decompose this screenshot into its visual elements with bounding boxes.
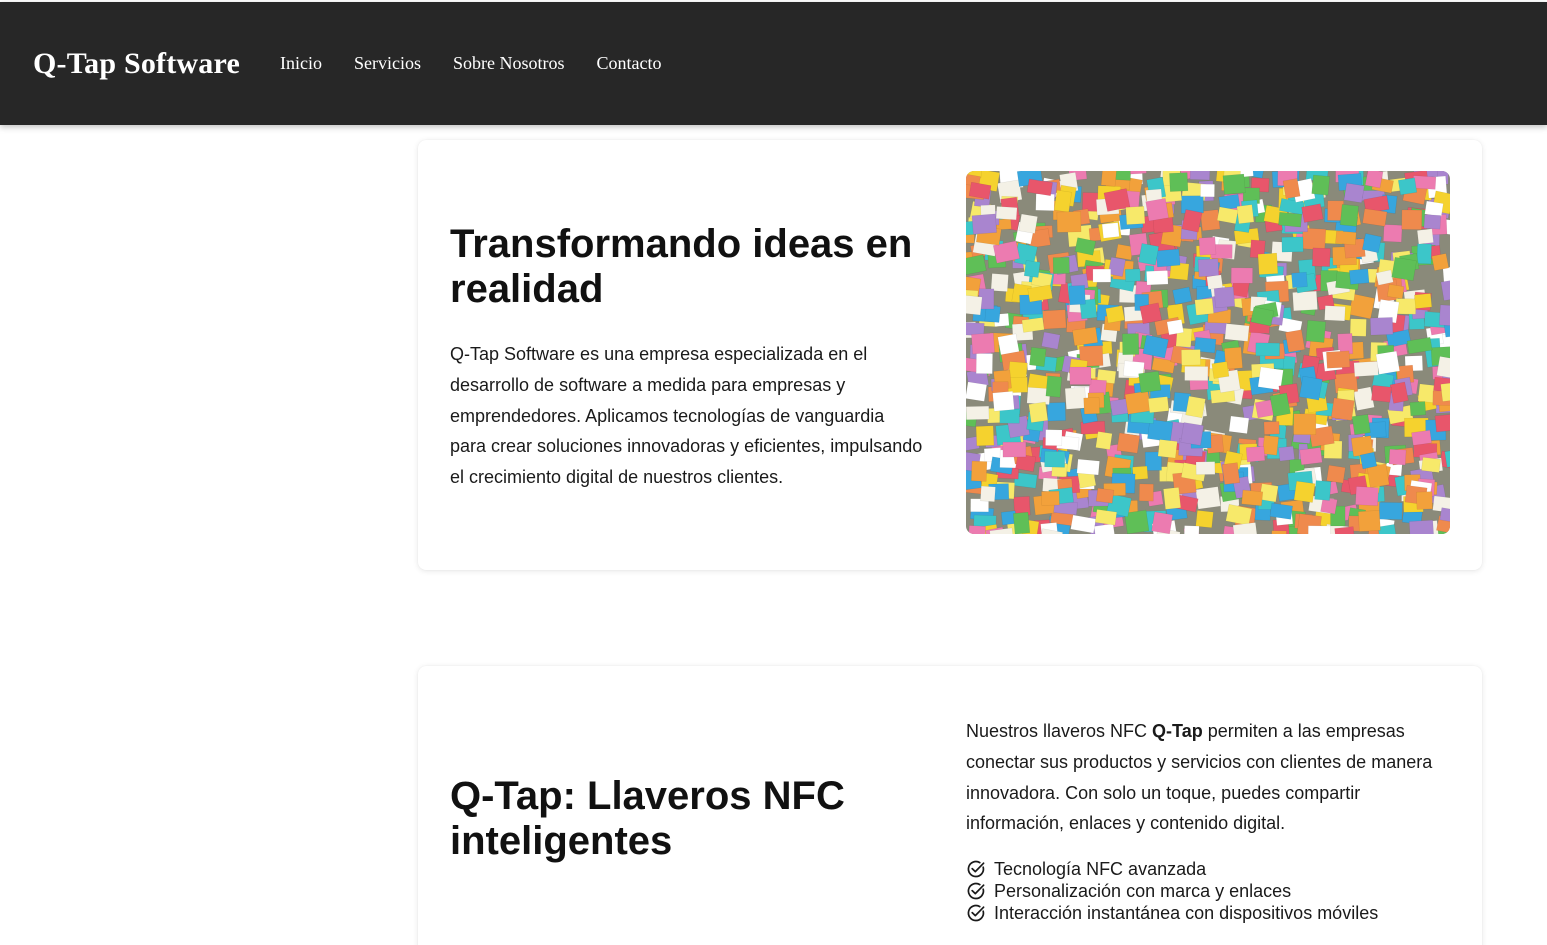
product-title: Q-Tap: Llaveros NFC inteligentes bbox=[450, 774, 845, 863]
feature-item: Personalización con marca y enlaces bbox=[966, 880, 1378, 902]
check-circle-icon bbox=[967, 904, 985, 922]
product-desc-brand: Q-Tap bbox=[1152, 721, 1203, 741]
product-card: Q-Tap: Llaveros NFC inteligentes Nuestro… bbox=[418, 666, 1482, 945]
nav-link-contacto[interactable]: Contacto bbox=[597, 53, 662, 74]
feature-item: Interacción instantánea con dispositivos… bbox=[966, 902, 1378, 924]
hero-card: Transformando ideas en realidad Q-Tap So… bbox=[418, 140, 1482, 570]
feature-item: Tecnología NFC avanzada bbox=[966, 858, 1378, 880]
product-desc-pre: Nuestros llaveros NFC bbox=[966, 721, 1153, 741]
feature-label: Personalización con marca y enlaces bbox=[994, 880, 1292, 901]
nav-link-sobre-nosotros[interactable]: Sobre Nosotros bbox=[453, 53, 565, 74]
feature-label: Interacción instantánea con dispositivos… bbox=[994, 902, 1379, 923]
nav-link-servicios[interactable]: Servicios bbox=[354, 53, 421, 74]
feature-label: Tecnología NFC avanzada bbox=[994, 858, 1207, 879]
check-circle-icon bbox=[967, 860, 985, 878]
sticky-notes-wall-image bbox=[966, 171, 1450, 534]
check-circle-icon bbox=[967, 882, 985, 900]
hero-description: Q-Tap Software es una empresa especializ… bbox=[450, 344, 923, 488]
brand-logo[interactable]: Q-Tap Software bbox=[33, 47, 240, 81]
nav-link-inicio[interactable]: Inicio bbox=[280, 53, 322, 74]
main-nav: Inicio Servicios Sobre Nosotros Contacto bbox=[280, 53, 662, 74]
top-navbar: Q-Tap Software Inicio Servicios Sobre No… bbox=[0, 2, 1547, 125]
feature-list: Tecnología NFC avanzada Personalización … bbox=[966, 858, 1378, 924]
hero-title: Transformando ideas en realidad bbox=[450, 222, 913, 311]
product-description: Nuestros llaveros NFC Q-Tap permiten a l… bbox=[966, 716, 1456, 839]
